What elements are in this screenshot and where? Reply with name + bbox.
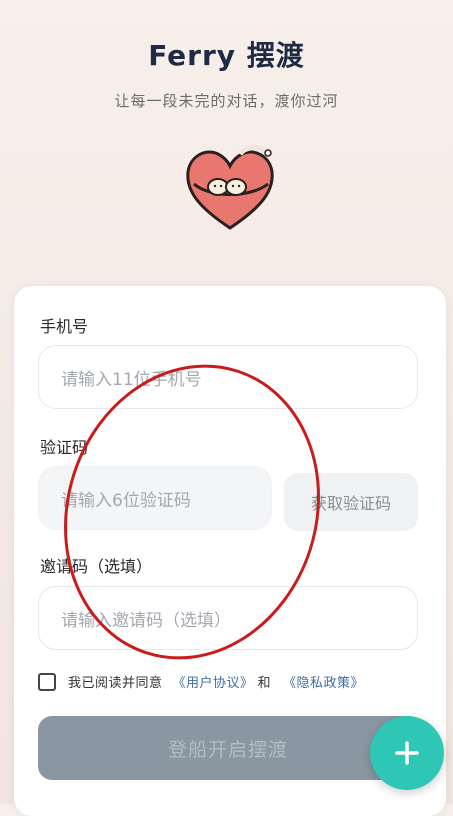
agree-and: 和 xyxy=(257,676,272,691)
user-agreement-link[interactable]: 《用户协议》 xyxy=(173,672,254,691)
submit-button[interactable]: 登船开启摆渡 xyxy=(38,716,418,780)
code-input[interactable]: 请输入6位验证码 xyxy=(38,466,272,530)
privacy-policy-link[interactable]: 《隐私政策》 xyxy=(283,672,364,691)
heart-logo-icon xyxy=(186,145,274,230)
app-title: Ferry 摆渡 xyxy=(148,39,305,72)
invite-placeholder: 请输入邀请码（选填） xyxy=(61,610,231,631)
plus-icon xyxy=(395,741,419,765)
code-label: 验证码 xyxy=(40,438,89,457)
code-placeholder: 请输入6位验证码 xyxy=(61,490,191,511)
app-subtitle: 让每一段未完的对话，渡你过河 xyxy=(114,92,339,110)
add-fab-button[interactable] xyxy=(370,716,444,790)
agreement-row: 我已阅读并同意 《用户协议》 和 《隐私政策》 xyxy=(38,672,364,691)
invite-label: 邀请码（选填） xyxy=(40,557,153,576)
phone-placeholder: 请输入11位手机号 xyxy=(61,369,202,390)
agree-checkbox[interactable] xyxy=(38,672,56,691)
invite-input[interactable]: 请输入邀请码（选填） xyxy=(38,586,418,650)
get-code-button[interactable]: 获取验证码 xyxy=(284,473,418,531)
phone-label: 手机号 xyxy=(40,317,89,336)
agree-prefix: 我已阅读并同意 xyxy=(68,676,163,691)
phone-input[interactable]: 请输入11位手机号 xyxy=(38,345,418,409)
